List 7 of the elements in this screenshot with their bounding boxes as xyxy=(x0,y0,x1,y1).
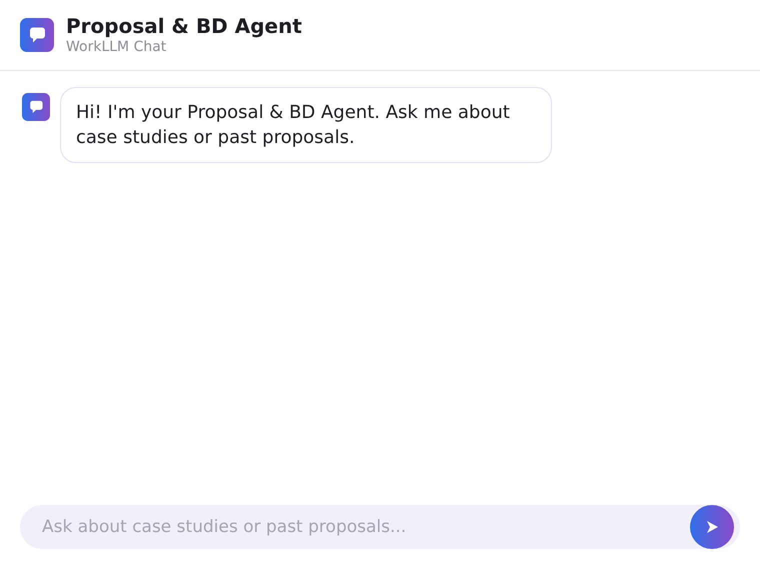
chat-bubble-icon xyxy=(22,93,50,121)
message-bubble: Hi! I'm your Proposal & BD Agent. Ask me about case studies or past proposals. xyxy=(60,87,552,163)
chat-bubble-icon xyxy=(20,18,54,52)
agent-subtitle: WorkLLM Chat xyxy=(66,38,168,56)
agent-title: Proposal & BD Agent xyxy=(66,14,302,38)
send-button[interactable] xyxy=(690,505,734,549)
send-icon xyxy=(705,520,719,534)
